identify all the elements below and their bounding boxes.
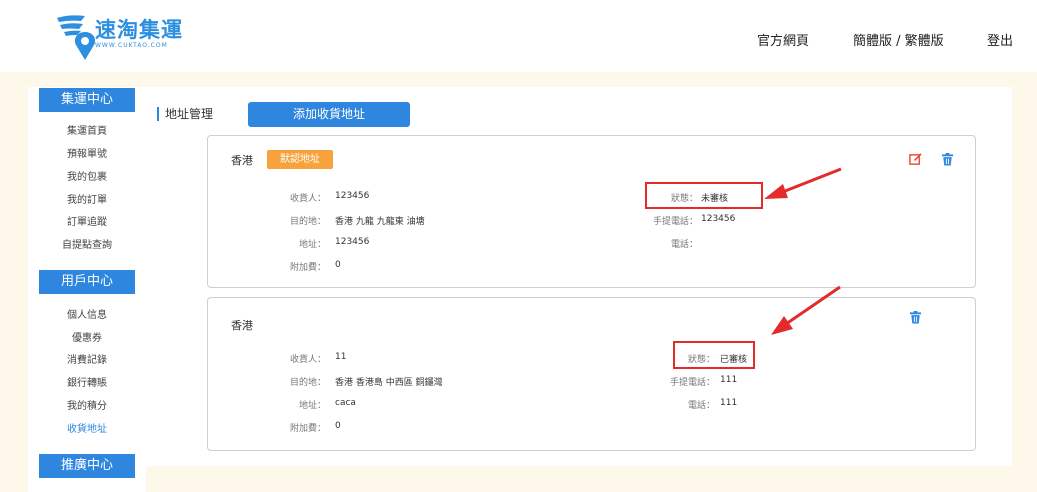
address-value: caca [335,398,356,408]
top-header: 速淘集運 WWW.CUKTAO.COM 官方網頁 簡體版 / 繁體版 登出 [0,0,1037,72]
sidebar-item-my-orders[interactable]: 我的訂單 [28,191,146,206]
sidebar-item-my-packages[interactable]: 我的包裹 [28,168,146,183]
status-highlight-box [673,341,755,369]
address-region: 香港 [231,319,253,332]
sidebar-group-promotion-center[interactable]: 推廣中心 [39,454,135,478]
destination-value: 香港 香港島 中西區 銅鑼灣 [335,378,443,388]
destination-value: 香港 九龍 九龍東 油塘 [335,217,425,227]
address-management-panel: 地址管理 添加收貨地址 香港 默認地址 收貨人： 123456 目的地： 香港 … [145,87,1012,466]
address-card: 香港 默認地址 收貨人： 123456 目的地： 香港 九龍 九龍東 油塘 地址… [207,135,976,288]
sidebar-group-user-center[interactable]: 用戶中心 [39,270,135,294]
mobile-label: 手提電話： [652,217,698,227]
sidebar-item-my-points[interactable]: 我的積分 [28,397,146,412]
mobile-value: 111 [720,375,738,385]
status-highlight-box [645,182,763,209]
sidebar-item-pickup-query[interactable]: 自提點查詢 [28,236,146,251]
address-card: 香港 收貨人： 11 目的地： 香港 香港島 中西區 銅鑼灣 地址： caca … [207,297,976,451]
phone-label: 電話： [670,240,698,250]
surcharge-value: 0 [335,421,341,431]
sidebar-group-shipping-center[interactable]: 集運中心 [39,88,135,112]
address-label: 地址： [298,401,326,411]
sidebar-item-order-tracking[interactable]: 訂單追蹤 [28,213,146,228]
address-label: 地址： [298,240,326,250]
map-pin-wing-icon [57,15,95,60]
address-region: 香港 [231,154,253,167]
sidebar-item-bank-transfer[interactable]: 銀行轉賬 [28,374,146,389]
receiver-value: 123456 [335,191,370,201]
edit-icon[interactable] [909,153,922,166]
sidebar: 集運中心 集運首頁 預報單號 我的包裹 我的訂單 訂單追蹤 自提點查詢 用戶中心… [28,87,146,492]
address-value: 123456 [335,237,370,247]
sidebar-item-forecast[interactable]: 預報單號 [28,145,146,160]
sidebar-item-profile[interactable]: 個人信息 [28,306,146,321]
page-title: 地址管理 [157,107,213,121]
sidebar-item-coupons[interactable]: 優惠券 [28,329,146,344]
receiver-label: 收貨人： [289,194,326,204]
phone-value: 111 [720,398,738,408]
trash-icon[interactable] [941,153,954,166]
brand-logo[interactable]: 速淘集運 WWW.CUKTAO.COM [55,12,200,64]
surcharge-value: 0 [335,260,341,270]
mobile-label: 手提電話： [669,378,715,388]
sidebar-item-spending-records[interactable]: 消費記錄 [28,351,146,366]
surcharge-label: 附加費： [289,424,326,434]
phone-label: 電話： [687,401,715,411]
destination-label: 目的地： [289,217,326,227]
trash-icon[interactable] [909,311,922,324]
destination-label: 目的地： [289,378,326,388]
add-address-button[interactable]: 添加收貨地址 [248,102,410,127]
brand-site: WWW.CUKTAO.COM [95,42,168,49]
mobile-value: 123456 [701,214,736,224]
default-address-badge: 默認地址 [267,150,333,169]
nav-official-site[interactable]: 官方網頁 [757,30,809,49]
sidebar-item-shipping-address[interactable]: 收貨地址 [28,420,146,435]
sidebar-item-shipping-home[interactable]: 集運首頁 [28,122,146,137]
receiver-label: 收貨人： [289,355,326,365]
nav-logout[interactable]: 登出 [987,30,1013,49]
brand-name: 速淘集運 [95,18,183,42]
receiver-value: 11 [335,352,347,362]
surcharge-label: 附加費： [289,263,326,273]
nav-language-switch[interactable]: 簡體版 / 繁體版 [853,30,944,49]
